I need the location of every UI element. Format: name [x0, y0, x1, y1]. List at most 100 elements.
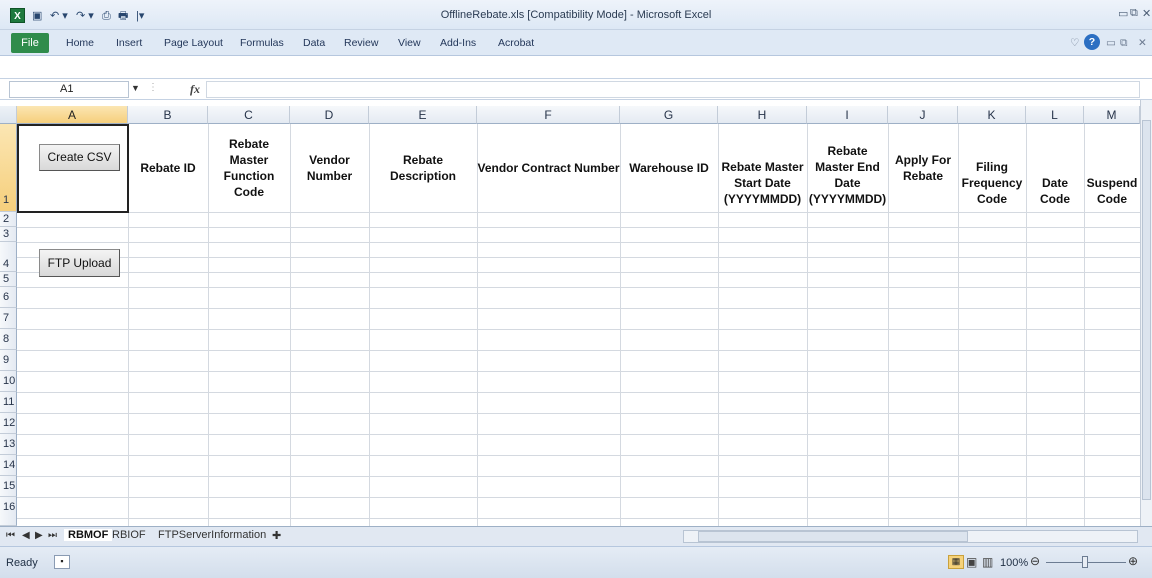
col-header-a[interactable]: A — [17, 106, 128, 124]
cell-e1[interactable]: Rebate Description — [369, 125, 477, 211]
row-header-16[interactable]: 16 — [0, 497, 17, 526]
cell-j1[interactable]: Apply For Rebate — [888, 125, 958, 211]
row-header-7[interactable]: 7 — [0, 308, 17, 329]
col-header-h[interactable]: H — [718, 106, 807, 124]
help-icon[interactable]: ? — [1084, 34, 1100, 50]
macro-record-icon[interactable]: ▪ — [54, 555, 70, 569]
gridline — [17, 257, 1140, 258]
row-header-6[interactable]: 6 — [0, 287, 17, 308]
status-ready: Ready — [6, 557, 38, 569]
tab-home[interactable]: Home — [66, 37, 94, 49]
col-header-j[interactable]: J — [888, 106, 958, 124]
spreadsheet-grid[interactable]: A B C D E F G H I J K L M 1 2 3 4 5 6 7 … — [0, 106, 1140, 526]
gridline — [17, 413, 1140, 414]
cell-i1[interactable]: Rebate Master End Date (YYYYMMDD) — [807, 125, 888, 211]
minimize-icon[interactable]: ▭ — [1118, 7, 1128, 20]
row-header-2[interactable]: 2 — [0, 212, 17, 227]
sheet-nav-first-icon[interactable]: ⏮ — [6, 530, 15, 541]
formula-bar: A1 ▼ ⋮ fx — [0, 78, 1152, 100]
workbook-restore-icon[interactable]: ⧉ — [1120, 37, 1128, 50]
cell-h1[interactable]: Rebate Master Start Date (YYYYMMDD) — [718, 125, 807, 211]
sheet-tab-rbmof[interactable]: RBMOF — [64, 529, 113, 541]
name-box-dropdown-icon[interactable]: ▼ — [131, 83, 140, 93]
col-header-f[interactable]: F — [477, 106, 620, 124]
cell-m1[interactable]: Suspend Code — [1084, 125, 1140, 211]
cell-l1[interactable]: Date Code — [1026, 125, 1084, 211]
row-header-4[interactable]: 4 — [0, 242, 17, 272]
row-header-14[interactable]: 14 — [0, 455, 17, 476]
insert-sheet-icon[interactable]: ✚ — [272, 529, 281, 542]
row-header-5[interactable]: 5 — [0, 272, 17, 287]
workbook-minimize-icon[interactable]: ▭ — [1106, 37, 1116, 49]
window-title: OfflineRebate.xls [Compatibility Mode] -… — [440, 9, 712, 21]
normal-view-icon[interactable]: ▦ — [948, 555, 964, 569]
formula-input[interactable] — [206, 81, 1140, 98]
horizontal-scroll-thumb[interactable] — [698, 531, 968, 542]
col-header-c[interactable]: C — [208, 106, 290, 124]
tab-formulas[interactable]: Formulas — [240, 37, 284, 49]
insert-function-icon[interactable]: fx — [190, 82, 200, 97]
tab-review[interactable]: Review — [344, 37, 378, 49]
restore-icon[interactable]: ⧉ — [1130, 7, 1138, 20]
horizontal-scrollbar[interactable] — [683, 530, 1138, 543]
workbook-close-icon[interactable]: ✕ — [1138, 37, 1147, 49]
page-break-view-icon[interactable]: ▥ — [982, 555, 993, 569]
cell-f1[interactable]: Vendor Contract Number — [477, 125, 620, 211]
row-header-11[interactable]: 11 — [0, 392, 17, 413]
row-header-8[interactable]: 8 — [0, 329, 17, 350]
name-box[interactable]: A1 — [9, 81, 129, 98]
row-header-3[interactable]: 3 — [0, 227, 17, 242]
row-header-10[interactable]: 10 — [0, 371, 17, 392]
col-header-i[interactable]: I — [807, 106, 888, 124]
tab-acrobat[interactable]: Acrobat — [498, 37, 534, 49]
page-layout-view-icon[interactable]: ▣ — [966, 555, 977, 569]
cell-b1[interactable]: Rebate ID — [128, 125, 208, 211]
gridline — [17, 455, 1140, 456]
zoom-level[interactable]: 100% — [1000, 557, 1028, 569]
col-header-e[interactable]: E — [369, 106, 477, 124]
sheet-tab-ftpserverinformation[interactable]: FTPServerInformation — [158, 529, 266, 541]
col-header-g[interactable]: G — [620, 106, 718, 124]
gridline — [17, 434, 1140, 435]
ribbon-tabs: File Home Insert Page Layout Formulas Da… — [0, 30, 1152, 56]
ftp-upload-button[interactable]: FTP Upload — [39, 249, 120, 277]
sheet-tab-rbiof[interactable]: RBIOF — [112, 529, 146, 541]
close-icon[interactable]: ✕ — [1142, 7, 1151, 20]
tab-add-ins[interactable]: Add-Ins — [440, 37, 476, 49]
gridline — [17, 497, 1140, 498]
cell-g1[interactable]: Warehouse ID — [620, 125, 718, 211]
cell-c1[interactable]: Rebate Master Function Code — [208, 125, 290, 211]
col-header-l[interactable]: L — [1026, 106, 1084, 124]
gridline — [17, 308, 1140, 309]
minimize-ribbon-icon[interactable]: ♡ — [1070, 37, 1079, 49]
tab-data[interactable]: Data — [303, 37, 325, 49]
row-header-15[interactable]: 15 — [0, 476, 17, 497]
zoom-slider-thumb[interactable] — [1082, 556, 1088, 568]
cell-k1[interactable]: Filing Frequency Code — [958, 125, 1026, 211]
zoom-out-icon[interactable]: ⊖ — [1030, 554, 1040, 568]
title-bar: X ▣ ↶ ▾ ↷ ▾ ⎙ 🖶 |▾ OfflineRebate.xls [Co… — [0, 0, 1152, 30]
tab-page-layout[interactable]: Page Layout — [164, 37, 223, 49]
zoom-in-icon[interactable]: ⊕ — [1128, 554, 1138, 568]
gridline — [17, 350, 1140, 351]
sheet-nav-prev-icon[interactable]: ◀ — [22, 530, 30, 541]
vertical-scrollbar[interactable] — [1140, 100, 1152, 526]
row-header-1[interactable]: 1 — [0, 124, 17, 212]
row-header-12[interactable]: 12 — [0, 413, 17, 434]
tab-file[interactable]: File — [11, 33, 49, 53]
sheet-nav-next-icon[interactable]: ▶ — [35, 530, 43, 541]
select-all-corner[interactable] — [0, 106, 17, 124]
col-header-k[interactable]: K — [958, 106, 1026, 124]
sheet-nav-last-icon[interactable]: ⏭ — [48, 530, 57, 541]
vertical-scroll-thumb[interactable] — [1142, 120, 1151, 500]
tab-insert[interactable]: Insert — [116, 37, 142, 49]
gridline — [17, 476, 1140, 477]
col-header-b[interactable]: B — [128, 106, 208, 124]
cell-d1[interactable]: Vendor Number — [290, 125, 369, 211]
col-header-m[interactable]: M — [1084, 106, 1140, 124]
tab-view[interactable]: View — [398, 37, 421, 49]
col-header-d[interactable]: D — [290, 106, 369, 124]
row-header-13[interactable]: 13 — [0, 434, 17, 455]
row-header-9[interactable]: 9 — [0, 350, 17, 371]
create-csv-button[interactable]: Create CSV — [39, 144, 120, 171]
